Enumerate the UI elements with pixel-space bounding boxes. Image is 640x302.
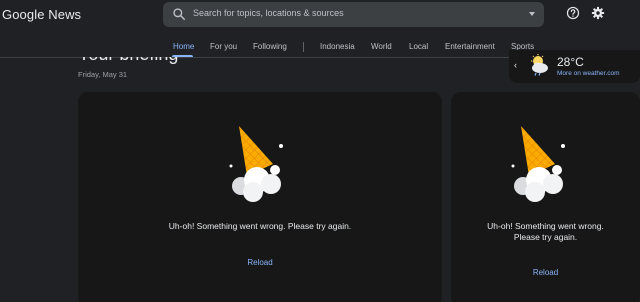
- logo-google-text: Google: [2, 7, 45, 22]
- google-news-logo[interactable]: Google News: [2, 7, 81, 22]
- briefing-card: Uh-oh! Something went wrong. Please try …: [451, 92, 640, 302]
- briefing-date: Friday, May 31: [78, 70, 128, 79]
- partly-cloudy-icon: [531, 54, 548, 76]
- weather-widget[interactable]: ‹ 28°C More on weather.com: [509, 50, 640, 83]
- search-options-dropdown-icon[interactable]: [529, 12, 535, 16]
- tab-local[interactable]: Local: [409, 42, 428, 51]
- weather-source-link[interactable]: More on weather.com: [557, 70, 620, 77]
- tab-world[interactable]: World: [371, 42, 392, 51]
- tab-following[interactable]: Following: [253, 42, 287, 51]
- error-message-line: Please try again.: [513, 232, 578, 242]
- tab-entertainment[interactable]: Entertainment: [445, 42, 495, 51]
- search-icon[interactable]: [172, 7, 186, 21]
- tab-indonesia[interactable]: Indonesia: [320, 42, 355, 51]
- tab-home[interactable]: Home: [173, 42, 194, 51]
- briefing-card: Uh-oh! Something went wrong. Please try …: [78, 92, 442, 302]
- tab-separator: [303, 42, 304, 52]
- dropped-ice-cream-icon: [229, 126, 283, 202]
- error-message: Uh-oh! Something went wrong. Please try …: [168, 221, 352, 231]
- help-icon[interactable]: [566, 6, 580, 20]
- error-message: Uh-oh! Something went wrong. Please try …: [451, 221, 640, 243]
- search-bar[interactable]: Search for topics, locations & sources: [163, 2, 544, 27]
- tab-for-you[interactable]: For you: [210, 42, 237, 51]
- dropped-ice-cream-icon: [511, 126, 565, 202]
- weather-temperature: 28°C: [557, 55, 584, 69]
- reload-button[interactable]: Reload: [78, 258, 442, 267]
- error-message-line: Uh-oh! Something went wrong.: [487, 221, 604, 231]
- logo-news-text: News: [48, 7, 82, 22]
- settings-icon[interactable]: [591, 6, 605, 20]
- chevron-left-icon[interactable]: ‹: [514, 60, 517, 70]
- reload-button[interactable]: Reload: [451, 268, 640, 277]
- search-input[interactable]: Search for topics, locations & sources: [193, 8, 344, 18]
